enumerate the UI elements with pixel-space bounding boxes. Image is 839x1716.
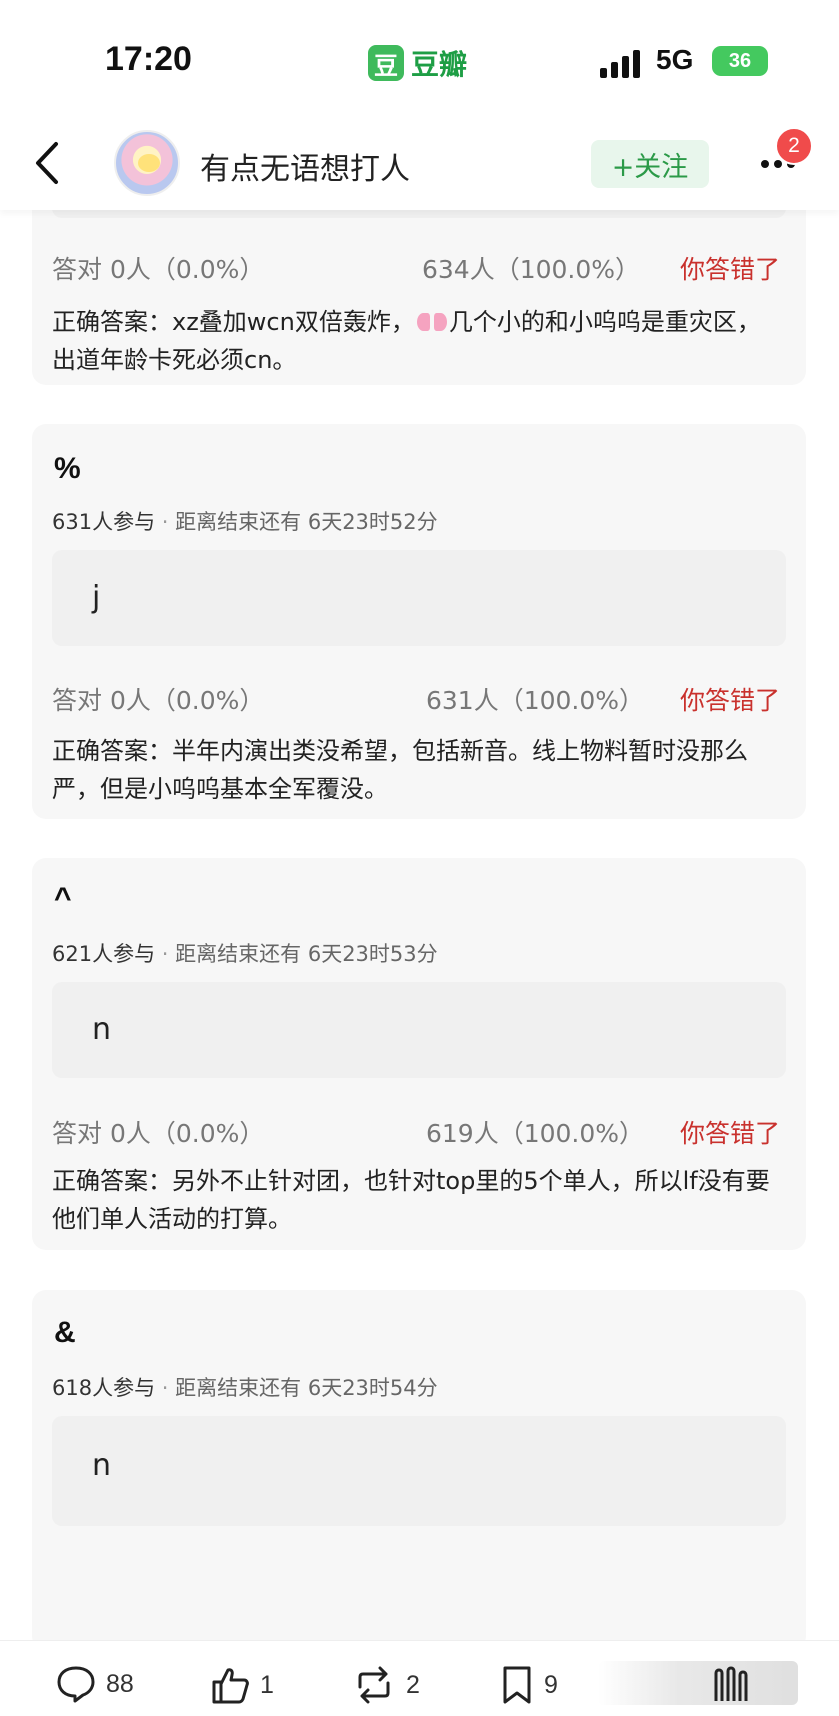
option-box[interactable]: n [52, 1416, 786, 1526]
poll-card: ^ 621人参与 · 距离结束还有 6天23时53分 n 答对 0人（0.0%）… [32, 858, 806, 1250]
bookmark-icon [503, 1666, 531, 1704]
bow-emoji-icon [416, 311, 447, 333]
poll-title: & [54, 1316, 76, 1349]
verdict-label: 你答错了 [679, 686, 780, 715]
result-stats: 答对 0人（0.0%） 619人（100.0%） 你答错了 [52, 1114, 786, 1150]
result-stats: 答对 0人（0.0%） 631人（100.0%） 你答错了 [52, 681, 786, 717]
wrong-stats: 631人（100.0%） [426, 686, 645, 715]
comment-icon [57, 1666, 95, 1703]
poll-meta: 631人参与 · 距离结束还有 6天23时52分 [52, 510, 438, 534]
poll-title: % [54, 452, 81, 485]
page-title[interactable]: 有点无语想打人 [200, 144, 410, 188]
battery-level: 36 [728, 49, 752, 72]
watermark-overlay [598, 1661, 798, 1705]
network-type: 5G [656, 44, 694, 75]
result-stats: 答对 0人（0.0%） 634人（100.0%） 你答错了 [52, 250, 786, 286]
repost-count: 2 [406, 1670, 420, 1699]
wrong-stats: 634人（100.0%） [422, 255, 641, 284]
option-text: n [92, 1448, 112, 1483]
chevron-left-icon [36, 142, 58, 184]
time-remaining: 距离结束还有 6天23时54分 [175, 1376, 438, 1400]
time-remaining: 距离结束还有 6天23时53分 [175, 942, 438, 966]
poll-card: % 631人参与 · 距离结束还有 6天23时52分 j 答对 0人（0.0%）… [32, 424, 806, 819]
correct-answer: 正确答案：另外不止针对团，也针对top里的5个单人，所以lf没有要他们单人活动的… [52, 1167, 770, 1233]
poll-title: ^ [54, 882, 72, 915]
correct-stats: 答对 0人（0.0%） [52, 255, 265, 284]
back-button[interactable] [28, 138, 68, 188]
participant-count: 618人参与 [52, 1376, 156, 1400]
notification-badge: 2 [775, 127, 813, 165]
comment-button[interactable]: 88 [56, 1665, 134, 1703]
collect-count: 9 [544, 1670, 558, 1699]
repost-icon [358, 1666, 390, 1704]
correct-answer: 正确答案：半年内演出类没希望，包括新音。线上物料暂时没那么严，但是小呜呜基本全军… [52, 737, 748, 803]
wrong-stats: 619人（100.0%） [426, 1119, 645, 1148]
time-remaining: 距离结束还有 6天23时52分 [175, 510, 438, 534]
app-indicator: 豆 豆瓣 [368, 43, 467, 83]
participant-count: 631人参与 [52, 510, 156, 534]
app-name: 豆瓣 [411, 48, 468, 81]
avatar[interactable] [114, 130, 180, 196]
signal-icon [600, 50, 644, 78]
correct-stats: 答对 0人（0.0%） [52, 1119, 265, 1148]
option-text: j [92, 580, 101, 615]
verdict-label: 你答错了 [679, 255, 780, 284]
collect-button[interactable]: 9 [500, 1665, 558, 1705]
share-icon [714, 1666, 748, 1701]
correct-answer: 正确答案：xz叠加wcn双倍轰炸， 几个小的和小呜呜是重灾区，出道年龄卡死必须cn… [52, 308, 761, 374]
bottom-action-bar: 88 1 2 9 [0, 1640, 839, 1716]
option-text: n [92, 1012, 112, 1047]
top-nav-bar: 有点无语想打人 +关注 2 [0, 120, 839, 210]
verdict-label: 你答错了 [679, 1119, 780, 1148]
battery-icon: 36 [712, 46, 768, 76]
repost-button[interactable]: 2 [352, 1665, 420, 1705]
like-count: 1 [260, 1670, 274, 1699]
douban-logo-icon: 豆 [368, 45, 404, 81]
poll-meta: 621人参与 · 距离结束还有 6天23时53分 [52, 942, 438, 966]
option-box[interactable]: n [52, 982, 786, 1078]
status-time: 17:20 [105, 40, 192, 78]
comment-count: 88 [106, 1669, 134, 1698]
option-box[interactable]: j [52, 550, 786, 646]
thumbs-up-icon [212, 1668, 249, 1704]
more-dots-icon [761, 160, 769, 168]
participant-count: 621人参与 [52, 942, 156, 966]
poll-card: & 618人参与 · 距离结束还有 6天23时54分 n [32, 1290, 806, 1650]
like-button[interactable]: 1 [210, 1665, 274, 1705]
share-button[interactable] [710, 1665, 760, 1705]
status-bar: 17:20 豆 豆瓣 5G 36 [0, 0, 839, 120]
correct-stats: 答对 0人（0.0%） [52, 686, 265, 715]
follow-button[interactable]: +关注 [591, 140, 709, 188]
poll-meta: 618人参与 · 距离结束还有 6天23时54分 [52, 1376, 438, 1400]
